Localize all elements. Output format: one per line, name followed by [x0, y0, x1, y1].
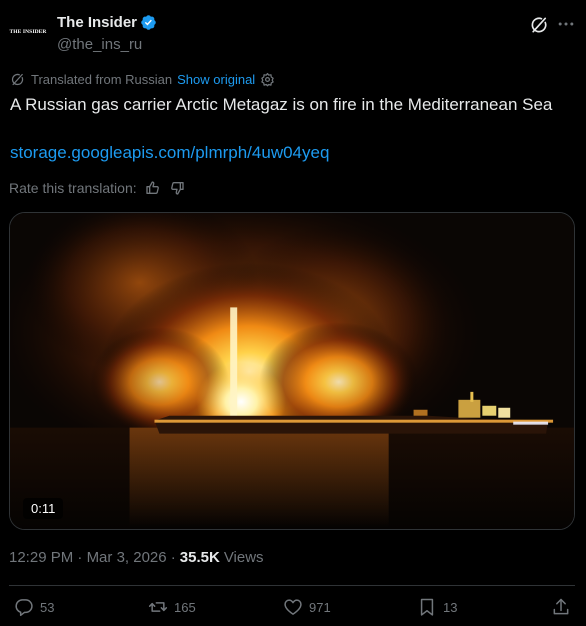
author-name-row: The Insider: [57, 14, 157, 31]
rate-translation: Rate this translation:: [9, 180, 185, 196]
repost-icon: [148, 602, 168, 612]
reply-count: 53: [40, 599, 55, 615]
gear-icon[interactable]: [260, 72, 275, 87]
show-original-link[interactable]: Show original: [177, 72, 255, 87]
video-duration-badge: 0:11: [23, 498, 64, 519]
translation-notice: Translated from Russian Show original: [10, 72, 281, 87]
verified-badge-icon: [141, 15, 156, 30]
bookmark-button[interactable]: 13: [417, 597, 457, 617]
reply-button[interactable]: 53: [14, 597, 54, 617]
repost-count: 165: [174, 599, 196, 615]
translate-icon: [11, 73, 24, 86]
thumbs-up-icon[interactable]: [145, 180, 161, 196]
meta-separator: ·: [170, 549, 176, 566]
author-name[interactable]: The Insider: [57, 14, 137, 31]
translation-notice-text: Translated from Russian: [31, 72, 173, 87]
more-options-icon[interactable]: [556, 14, 576, 34]
reply-icon: [15, 599, 33, 617]
heart-icon: [284, 599, 302, 615]
action-bar: 53 165 971 13: [0, 597, 586, 623]
avatar-logo-text: THE INSIDER: [9, 29, 47, 35]
share-icon: [553, 598, 569, 615]
repost-button[interactable]: 165: [148, 597, 196, 617]
video-frame-fire-ship: [10, 213, 574, 529]
views-count: 35.5K: [179, 549, 220, 566]
thumbs-down-icon[interactable]: [169, 180, 185, 196]
video-player[interactable]: 0:11: [9, 212, 575, 530]
bookmark-count: 13: [443, 599, 458, 615]
meta-separator: ·: [77, 549, 83, 566]
divider: [9, 585, 575, 586]
views-label: Views: [223, 549, 264, 566]
tweet-time[interactable]: 12:29 PM: [9, 549, 73, 566]
grok-icon[interactable]: [529, 15, 549, 35]
rate-translation-label: Rate this translation:: [9, 180, 137, 196]
tweet-date[interactable]: Mar 3, 2026: [87, 549, 167, 566]
tweet-meta: 12:29 PM · Mar 3, 2026 · 35.5K Views: [9, 549, 264, 566]
author-handle[interactable]: @the_ins_ru: [57, 36, 142, 53]
share-button[interactable]: [551, 597, 577, 617]
tweet-text: A Russian gas carrier Arctic Metagaz is …: [10, 95, 553, 114]
tweet-link[interactable]: storage.googleapis.com/plmrph/4uw04yeq: [10, 142, 329, 164]
like-button[interactable]: 971: [283, 597, 331, 617]
bookmark-icon: [420, 598, 434, 616]
like-count: 971: [309, 599, 331, 615]
tweet-header: THE INSIDER The Insider @the_ins_ru: [0, 0, 586, 64]
avatar[interactable]: THE INSIDER: [8, 12, 48, 52]
